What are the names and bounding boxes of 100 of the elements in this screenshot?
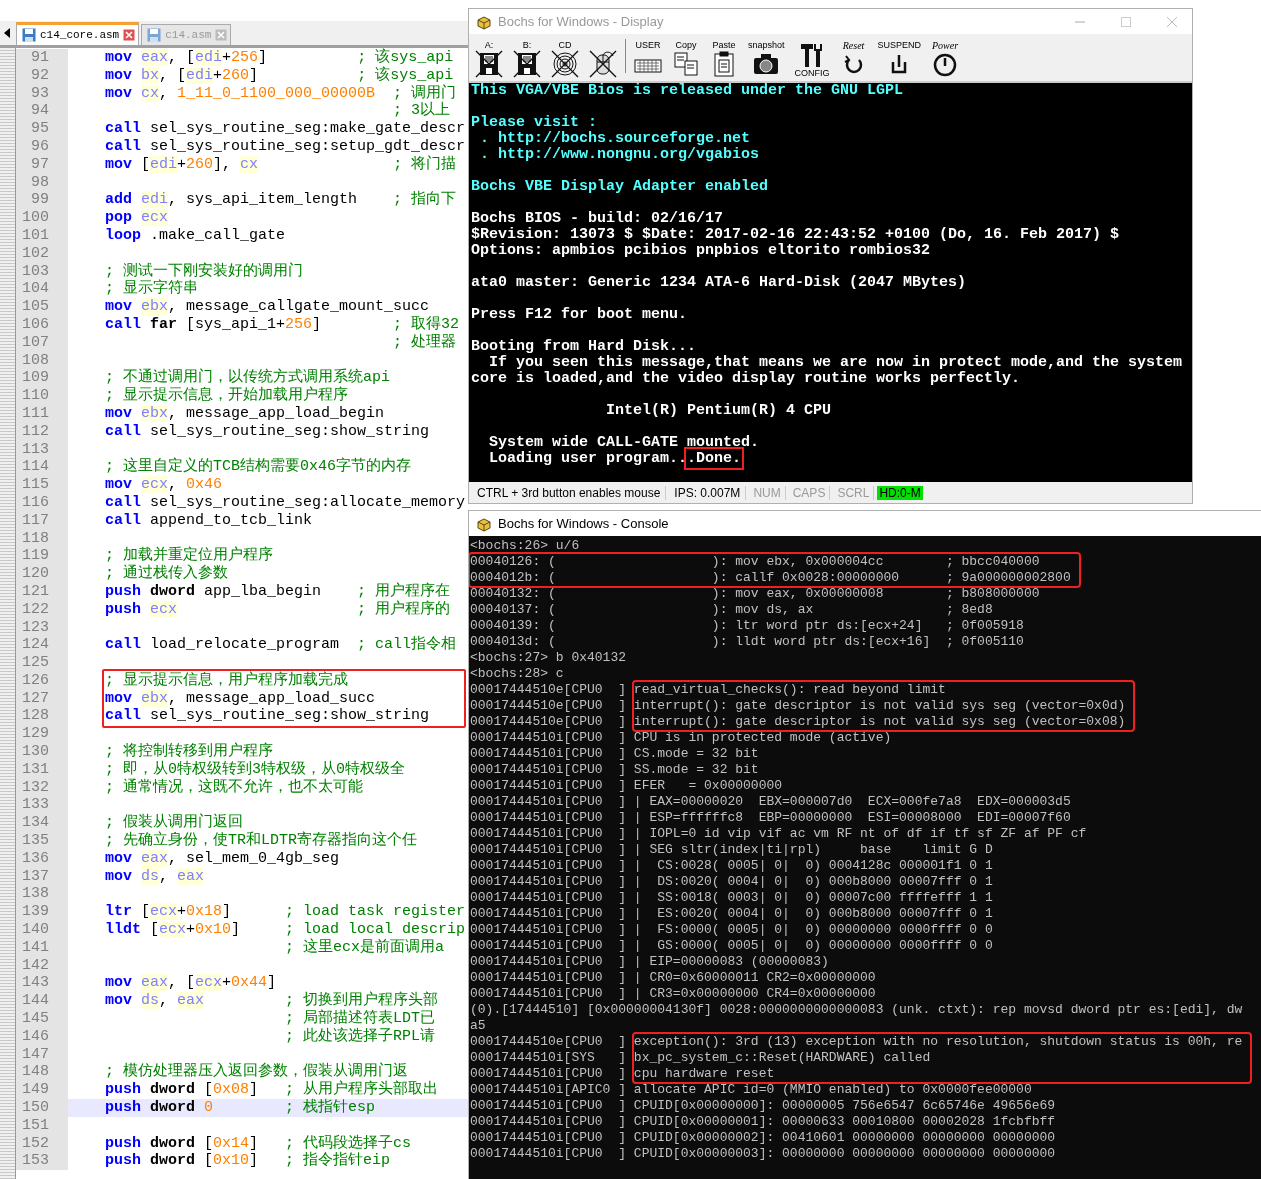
floppy-icon xyxy=(147,28,162,42)
status-field: NUM xyxy=(749,485,786,500)
code-line: ; 这里ecx是前面调用a xyxy=(284,938,446,957)
log-message: interrupt(): gate descriptor is not valid sys seg (vector=0x0d) xyxy=(633,698,1126,714)
snapshot-button[interactable]: snapshot xyxy=(746,41,787,78)
floppy-icon xyxy=(475,50,503,78)
line-number: 148 xyxy=(16,1063,68,1082)
code-line: call sel_sys_routine_seg:make_gate_descr xyxy=(104,120,467,138)
code-line: ; 即，从0特权级转到3特权级，从0特权级全 xyxy=(104,760,406,778)
line-number: 114 xyxy=(16,458,68,477)
log-line: 0004012b: ( ): callf 0x0028:00000000 ; 9a000000002800 xyxy=(470,570,1071,586)
log-source: 00017444510i[CPU0 ] xyxy=(470,954,627,970)
screen-line: If you seen this message,that means we are now in protect mode,and the system xyxy=(488,355,1184,371)
log-source: 00017444510i[CPU0 ] xyxy=(470,794,627,810)
user-button[interactable]: USER xyxy=(632,41,664,78)
floppy-icon xyxy=(22,28,36,42)
code-line: loop .make_call_gate xyxy=(104,226,287,245)
code-line: ; 此处该选择子RPL请 xyxy=(284,1027,437,1046)
log-line: 00040126: ( ): mov ebx, 0x000004cc ; bbcc040000 xyxy=(470,554,1041,570)
line-number: 99 xyxy=(16,191,68,210)
log-message: CPUID[0x00000003]: 00000000 00000000 00000000 00000000 xyxy=(633,1146,1056,1162)
log-source: 00017444510i[CPU0 ] xyxy=(470,810,627,826)
code-line: call sel_sys_routine_seg:allocate_memory xyxy=(104,493,467,512)
line-number: 94 xyxy=(16,102,68,121)
log-source: 00017444510i[CPU0 ] xyxy=(470,858,627,874)
power-button[interactable]: Power xyxy=(929,41,962,78)
log-source: 00017444510e[CPU0 ] xyxy=(470,698,627,714)
line-number: 119 xyxy=(16,547,68,566)
screen-line: Press F12 for boot menu. xyxy=(471,307,689,323)
screen-line: Options: apmbios pcibios pnpbios eltorito rombios32 xyxy=(471,243,932,259)
close-icon[interactable] xyxy=(1166,15,1178,28)
code-line: ; 显示字符串 xyxy=(104,280,199,299)
log-message: CS.mode = 32 bit xyxy=(633,746,760,762)
line-number: 129 xyxy=(16,725,68,744)
screen-line: . http://www.nongnu.org/vgabios xyxy=(479,147,761,163)
log-line: 00040137: ( ): mov ds, ax ; 8ed8 xyxy=(470,602,994,618)
file-tab[interactable]: c14_core.asm xyxy=(16,22,140,45)
copy-button[interactable]: Copy xyxy=(670,41,702,78)
code-line: mov [edi+260], cx ; 将门描 xyxy=(104,155,458,174)
reset-button[interactable]: Reset xyxy=(837,41,870,78)
close-icon[interactable] xyxy=(215,29,228,41)
line-number: 105 xyxy=(16,298,68,316)
status-field: CTRL + 3rd button enables mouse xyxy=(472,485,667,500)
screen-line: . http://bochs.sourceforge.net xyxy=(479,131,752,147)
line-number: 91 xyxy=(16,49,68,67)
code-line: ; 通常情况，这既不允许，也不太可能 xyxy=(104,778,364,797)
log-source: 00017444510i[CPU0 ] xyxy=(470,746,627,762)
code-line: mov ebx, message_app_load_succ xyxy=(104,689,377,708)
status-field: SCRL xyxy=(833,485,875,500)
log-source: 00017444510i[CPU0 ] xyxy=(470,890,627,906)
log-source: 00017444510i[CPU0 ] xyxy=(470,938,627,954)
line-number: 150 xyxy=(16,1099,68,1117)
line-number: 100 xyxy=(16,209,68,227)
code-line: push dword [0x08] ; 从用户程序头部取出 xyxy=(104,1081,440,1099)
log-message: | DS:0020( 0004| 0| 0) 000b8000 00007fff 0 1 xyxy=(633,874,994,890)
line-number: 95 xyxy=(16,120,68,138)
log-source: 00017444510i[CPU0 ] xyxy=(470,730,627,746)
code-line: mov eax, sel_mem_0_4gb_seg xyxy=(104,849,341,868)
code-line: ; 处理器 xyxy=(392,333,458,352)
status-field: HD:0-M xyxy=(877,485,923,500)
line-number: 115 xyxy=(16,476,68,494)
log-line: 0004013d: ( ): lldt word ptr ds:[ecx+16] ; 0f005110 xyxy=(470,634,1025,650)
code-line: add edi, sys_api_item_length ; 指向下 xyxy=(104,191,458,210)
line-number: 138 xyxy=(16,885,68,904)
code-line: call sel_sys_routine_seg:show_string xyxy=(104,707,431,726)
code-line: ; 假装从调用门返回 xyxy=(104,814,244,832)
log-message: | ES:0020( 0004| 0| 0) 000b8000 00007fff 0 1 xyxy=(633,906,994,922)
code-line: mov ebx, message_app_load_begin xyxy=(104,404,386,423)
code-line: ; 3以上 xyxy=(392,102,452,121)
log-source: 00017444510i[CPU0 ] xyxy=(470,1066,627,1082)
line-number: 104 xyxy=(16,280,68,299)
screen-line: ata0 master: Generic 1234 ATA-6 Hard-Disk (2047 MBytes) xyxy=(471,275,968,291)
line-number: 130 xyxy=(16,743,68,761)
log-message: | EIP=00000083 (00000083) xyxy=(633,954,830,970)
screen-line: Intel(R) Pentium(R) 4 CPU xyxy=(605,403,833,419)
code-line: push dword [0x14] ; 代码段选择子cs xyxy=(104,1134,413,1152)
close-icon[interactable] xyxy=(123,29,136,41)
paste-button[interactable]: Paste xyxy=(708,41,740,78)
line-number: 109 xyxy=(16,369,68,388)
log-message: | SEG sltr(index|ti|rpl) base limit G D xyxy=(633,842,994,858)
log-source: 00017444510i[CPU0 ] xyxy=(470,1114,627,1130)
log-message: read_virtual_checks(): read beyond limit xyxy=(633,682,947,698)
scroll-left-icon[interactable] xyxy=(4,28,10,38)
code-line: ; 先确立身份，使TR和LDTR寄存器指向这个任 xyxy=(104,832,418,850)
maximize-icon[interactable] xyxy=(1120,15,1132,28)
line-number: 135 xyxy=(16,832,68,850)
screen-line: Booting from Hard Disk... xyxy=(471,339,698,355)
code-line: lldt [ecx+0x10] ; load local descrip xyxy=(104,921,467,939)
log-source: 00017444510e[CPU0 ] xyxy=(470,1034,627,1050)
log-source: 00017444510i[CPU0 ] xyxy=(470,906,627,922)
code-line: ; 将控制转移到用户程序 xyxy=(104,743,274,761)
suspend-button[interactable]: SUSPEND xyxy=(875,41,924,78)
log-source: 00017444510i[CPU0 ] xyxy=(470,826,627,842)
config-button[interactable]: CONFIG xyxy=(792,41,832,78)
code-line: push dword app_lba_begin ; 用户程序在 xyxy=(104,582,452,600)
screen-line: Bochs BIOS - build: 02/16/17 xyxy=(471,211,725,227)
code-line: call append_to_tcb_link xyxy=(104,511,314,530)
log-message: exception(): 3rd (13) exception with no resolution, shutdown status is 00h, re xyxy=(633,1034,1243,1050)
log-source: 00017444510i[CPU0 ] xyxy=(470,922,627,938)
line-number: 145 xyxy=(16,1010,68,1028)
